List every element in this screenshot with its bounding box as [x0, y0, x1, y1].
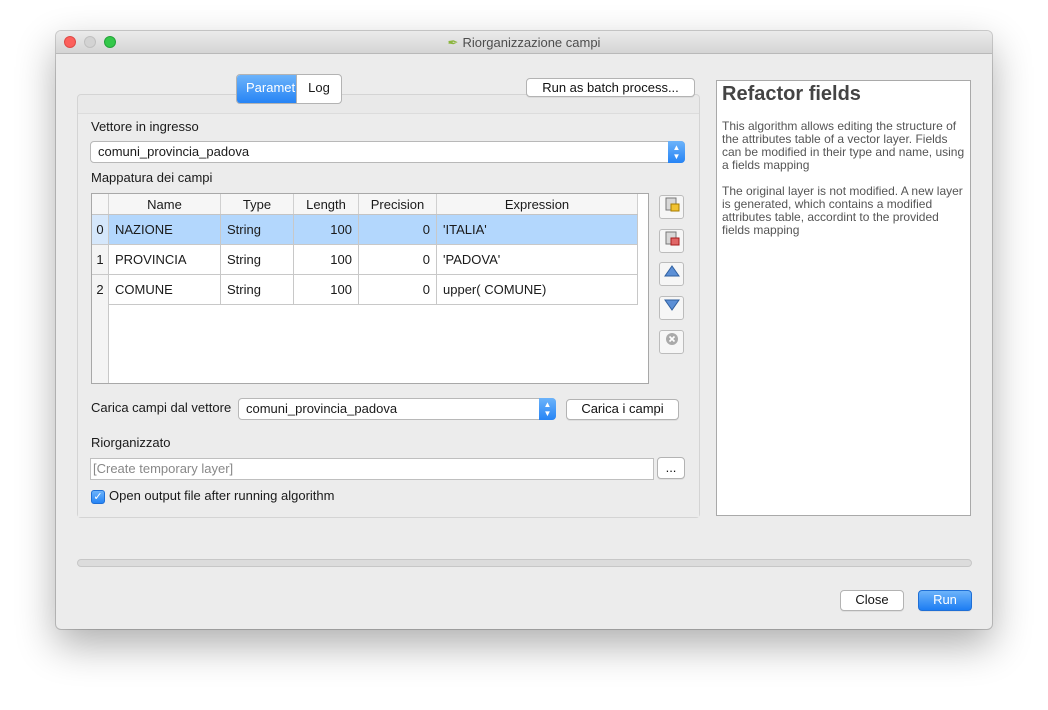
title-bar: ✒ Riorganizzazione campi — [56, 31, 992, 54]
tab-bar: Parametri Log — [236, 74, 342, 104]
field-mapping-label: Mappatura dei campi — [91, 170, 213, 185]
qgis-app-icon: ✒ — [447, 35, 459, 50]
field-expression-cell[interactable]: 'PADOVA' — [436, 244, 638, 275]
row-number: 0 — [92, 214, 109, 245]
field-expression-cell[interactable]: 'ITALIA' — [436, 214, 638, 245]
window-title-text: Riorganizzazione campi — [462, 35, 601, 50]
delete-field-icon — [665, 231, 679, 246]
field-expression-cell[interactable]: upper( COMUNE) — [436, 274, 638, 305]
field-precision-cell[interactable]: 0 — [358, 244, 437, 275]
field-name-cell[interactable]: NAZIONE — [108, 214, 221, 245]
table-row[interactable]: 1 PROVINCIA String 100 0 'PADOVA' — [92, 244, 638, 275]
field-precision-cell[interactable]: 0 — [358, 274, 437, 305]
input-vector-value: comuni_provincia_padova — [98, 144, 250, 159]
run-button[interactable]: Run — [918, 590, 972, 611]
row-number: 2 — [92, 274, 109, 305]
move-down-button[interactable] — [659, 296, 684, 320]
output-field[interactable]: [Create temporary layer] — [90, 458, 654, 480]
column-header-expression[interactable]: Expression — [436, 194, 638, 215]
field-length-cell[interactable]: 100 — [293, 214, 359, 245]
load-fields-value: comuni_provincia_padova — [246, 401, 398, 416]
field-precision-cell[interactable]: 0 — [358, 214, 437, 245]
load-fields-button[interactable]: Carica i campi — [566, 399, 679, 420]
input-vector-combo[interactable]: comuni_provincia_padova ▲ ▼ — [90, 141, 685, 163]
reset-button[interactable] — [659, 330, 684, 354]
move-up-button[interactable] — [659, 262, 684, 286]
table-header-row: Name Type Length Precision Expression — [92, 194, 638, 215]
dialog-window: ✒ Riorganizzazione campi Parametri Log Ru… — [56, 31, 992, 629]
field-name-cell[interactable]: COMUNE — [108, 274, 221, 305]
field-type-cell[interactable]: String — [220, 244, 294, 275]
combo-arrows-icon: ▲ ▼ — [539, 398, 556, 420]
field-type-cell[interactable]: String — [220, 274, 294, 305]
field-type-cell[interactable]: String — [220, 214, 294, 245]
field-length-cell[interactable]: 100 — [293, 244, 359, 275]
open-output-label: Open output file after running algorithm — [109, 488, 335, 503]
help-title: Refactor fields — [722, 83, 861, 105]
window-title: ✒ Riorganizzazione campi — [56, 35, 992, 51]
open-output-checkbox[interactable]: ✓ — [91, 490, 105, 504]
browse-output-button[interactable]: ... — [657, 457, 685, 479]
run-batch-button[interactable]: Run as batch process... — [526, 78, 695, 97]
help-paragraph: The original layer is not modified. A ne… — [722, 184, 963, 237]
field-mapping-grid: Name Type Length Precision Expression 0 … — [92, 194, 638, 305]
column-header-name[interactable]: Name — [108, 194, 221, 215]
table-row[interactable]: 0 NAZIONE String 100 0 'ITALIA' — [92, 214, 638, 245]
corner-header — [92, 194, 109, 215]
arrow-up-icon — [663, 265, 680, 277]
help-paragraph: This algorithm allows editing the struct… — [722, 119, 965, 172]
delete-field-button[interactable] — [659, 229, 684, 253]
tab-log[interactable]: Log — [296, 75, 341, 103]
field-mapping-table: Name Type Length Precision Expression 0 … — [91, 193, 649, 384]
column-header-length[interactable]: Length — [293, 194, 359, 215]
add-field-button[interactable] — [659, 195, 684, 219]
tab-parametri[interactable]: Parametri — [237, 75, 302, 103]
help-panel: Refactor fields This algorithm allows ed… — [716, 80, 971, 516]
add-field-icon — [665, 197, 679, 212]
load-fields-label: Carica campi dal vettore — [91, 400, 232, 415]
progress-bar — [77, 559, 972, 567]
arrow-down-icon — [663, 299, 680, 311]
field-length-cell[interactable]: 100 — [293, 274, 359, 305]
load-fields-combo[interactable]: comuni_provincia_padova ▲ ▼ — [238, 398, 556, 420]
column-header-type[interactable]: Type — [220, 194, 294, 215]
close-button[interactable]: Close — [840, 590, 904, 611]
output-label: Riorganizzato — [91, 435, 171, 450]
table-row[interactable]: 2 COMUNE String 100 0 upper( COMUNE) — [92, 274, 638, 305]
combo-arrows-icon: ▲ ▼ — [668, 141, 685, 163]
column-header-precision[interactable]: Precision — [358, 194, 437, 215]
input-vector-label: Vettore in ingresso — [91, 119, 199, 134]
field-name-cell[interactable]: PROVINCIA — [108, 244, 221, 275]
clear-icon — [665, 333, 678, 345]
row-number: 1 — [92, 244, 109, 275]
row-header-filler — [92, 304, 109, 383]
